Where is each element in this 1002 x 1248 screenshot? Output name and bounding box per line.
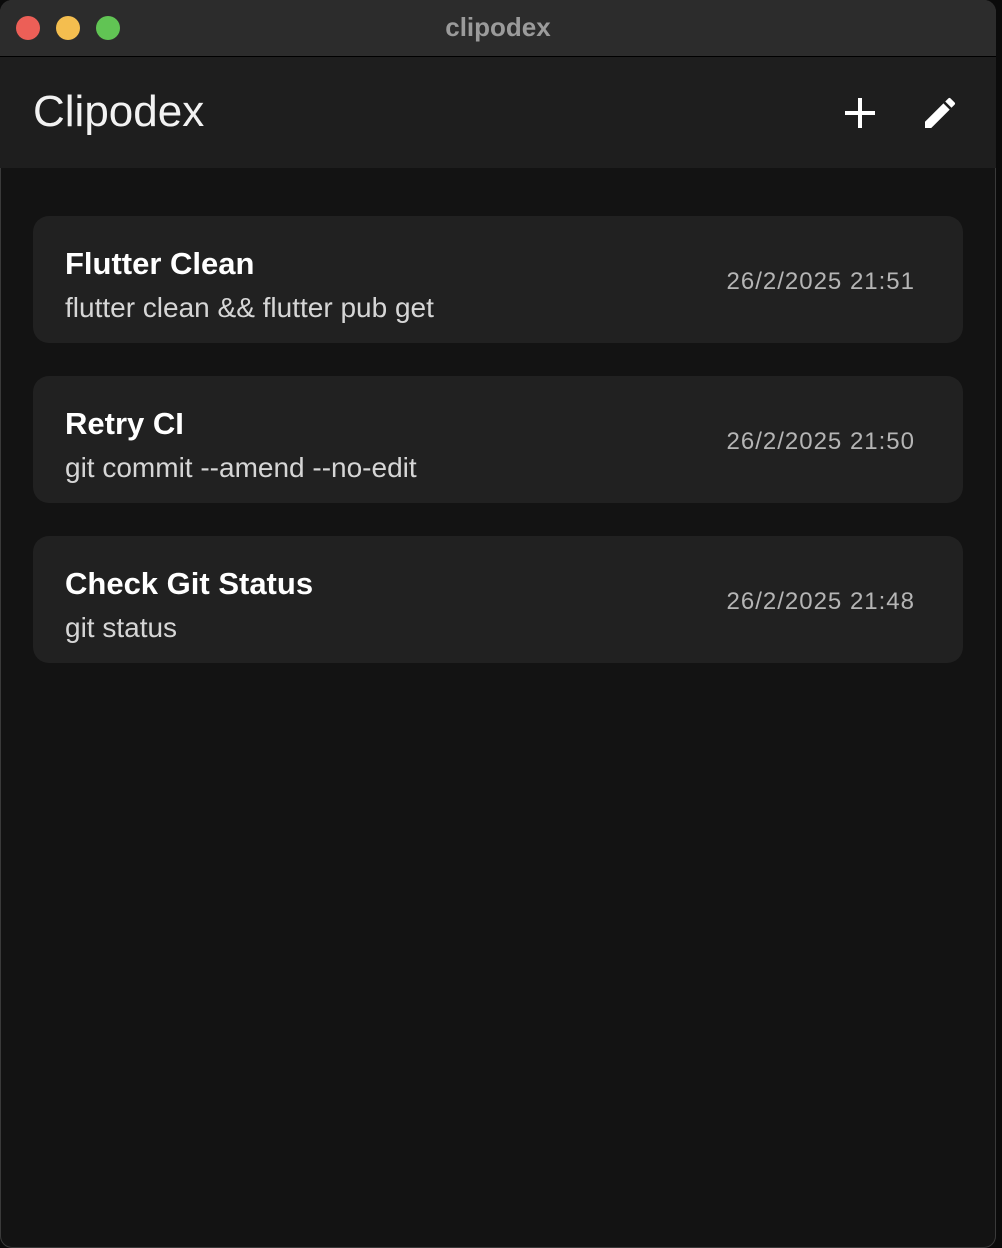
pencil-icon (925, 97, 956, 128)
window-title: clipodex (445, 12, 551, 42)
app-bar: Clipodex (0, 57, 996, 168)
add-clip-button[interactable] (836, 89, 884, 137)
clip-timestamp: 26/2/2025 21:48 (726, 588, 915, 615)
clip-title: Flutter Clean (65, 246, 255, 281)
clip-title: Retry CI (65, 406, 184, 441)
clip-list: Flutter Clean flutter clean && flutter p… (33, 216, 963, 696)
clip-command: git status (65, 612, 178, 643)
clip-card[interactable]: Check Git Status git status 26/2/2025 21… (33, 536, 963, 663)
background-edge (996, 0, 1002, 1248)
plus-icon (845, 98, 875, 128)
clip-title: Check Git Status (65, 566, 314, 601)
edit-button[interactable] (916, 89, 964, 137)
clip-timestamp: 26/2/2025 21:51 (726, 268, 915, 295)
app-window: clipodex Clipodex Flutter Clean flutter … (0, 0, 996, 1248)
clip-card[interactable]: Flutter Clean flutter clean && flutter p… (33, 216, 963, 343)
clip-timestamp: 26/2/2025 21:50 (726, 428, 915, 455)
clip-command: flutter clean && flutter pub get (65, 292, 434, 323)
clip-card[interactable]: Retry CI git commit --amend --no-edit 26… (33, 376, 963, 503)
title-bar[interactable]: clipodex (0, 0, 996, 57)
page-title: Clipodex (33, 87, 205, 136)
clip-command: git commit --amend --no-edit (65, 452, 417, 483)
